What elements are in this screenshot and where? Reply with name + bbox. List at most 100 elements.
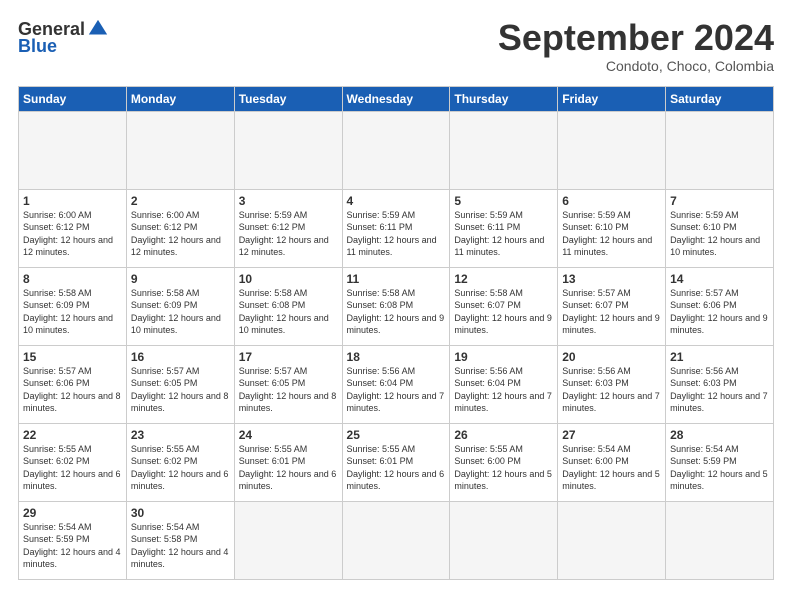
title-section: September 2024 Condoto, Choco, Colombia — [498, 18, 774, 74]
calendar-cell: 3 Sunrise: 5:59 AMSunset: 6:12 PMDayligh… — [234, 189, 342, 267]
calendar-cell: 19 Sunrise: 5:56 AMSunset: 6:04 PMDaylig… — [450, 345, 558, 423]
calendar-cell: 7 Sunrise: 5:59 AMSunset: 6:10 PMDayligh… — [666, 189, 774, 267]
calendar-cell: 20 Sunrise: 5:56 AMSunset: 6:03 PMDaylig… — [558, 345, 666, 423]
day-number: 5 — [454, 194, 553, 208]
calendar-cell: 15 Sunrise: 5:57 AMSunset: 6:06 PMDaylig… — [19, 345, 127, 423]
calendar-cell — [126, 111, 234, 189]
day-info: Sunrise: 5:55 AMSunset: 6:01 PMDaylight:… — [347, 443, 446, 493]
calendar-cell: 26 Sunrise: 5:55 AMSunset: 6:00 PMDaylig… — [450, 423, 558, 501]
day-info: Sunrise: 5:57 AMSunset: 6:06 PMDaylight:… — [23, 365, 122, 415]
day-number: 2 — [131, 194, 230, 208]
day-number: 25 — [347, 428, 446, 442]
day-info: Sunrise: 5:54 AMSunset: 5:59 PMDaylight:… — [670, 443, 769, 493]
day-info: Sunrise: 5:57 AMSunset: 6:05 PMDaylight:… — [131, 365, 230, 415]
calendar-cell: 25 Sunrise: 5:55 AMSunset: 6:01 PMDaylig… — [342, 423, 450, 501]
calendar-cell: 4 Sunrise: 5:59 AMSunset: 6:11 PMDayligh… — [342, 189, 450, 267]
calendar-cell — [342, 111, 450, 189]
day-info: Sunrise: 5:54 AMSunset: 5:59 PMDaylight:… — [23, 521, 122, 571]
day-info: Sunrise: 5:58 AMSunset: 6:08 PMDaylight:… — [239, 287, 338, 337]
day-number: 7 — [670, 194, 769, 208]
calendar-cell — [558, 501, 666, 579]
day-info: Sunrise: 5:55 AMSunset: 6:02 PMDaylight:… — [23, 443, 122, 493]
day-number: 9 — [131, 272, 230, 286]
day-number: 17 — [239, 350, 338, 364]
calendar-week-1: 1 Sunrise: 6:00 AMSunset: 6:12 PMDayligh… — [19, 189, 774, 267]
calendar-cell — [234, 111, 342, 189]
logo-icon — [87, 18, 109, 40]
day-info: Sunrise: 5:54 AMSunset: 6:00 PMDaylight:… — [562, 443, 661, 493]
calendar-week-2: 8 Sunrise: 5:58 AMSunset: 6:09 PMDayligh… — [19, 267, 774, 345]
calendar-header-row: Sunday Monday Tuesday Wednesday Thursday… — [19, 86, 774, 111]
calendar-cell: 2 Sunrise: 6:00 AMSunset: 6:12 PMDayligh… — [126, 189, 234, 267]
calendar-week-4: 22 Sunrise: 5:55 AMSunset: 6:02 PMDaylig… — [19, 423, 774, 501]
day-info: Sunrise: 5:56 AMSunset: 6:04 PMDaylight:… — [347, 365, 446, 415]
day-info: Sunrise: 5:55 AMSunset: 6:01 PMDaylight:… — [239, 443, 338, 493]
calendar-cell: 22 Sunrise: 5:55 AMSunset: 6:02 PMDaylig… — [19, 423, 127, 501]
day-number: 16 — [131, 350, 230, 364]
header-friday: Friday — [558, 86, 666, 111]
calendar-cell: 28 Sunrise: 5:54 AMSunset: 5:59 PMDaylig… — [666, 423, 774, 501]
calendar-cell: 13 Sunrise: 5:57 AMSunset: 6:07 PMDaylig… — [558, 267, 666, 345]
calendar-week-3: 15 Sunrise: 5:57 AMSunset: 6:06 PMDaylig… — [19, 345, 774, 423]
logo: General Blue — [18, 18, 109, 57]
day-number: 1 — [23, 194, 122, 208]
calendar-cell: 9 Sunrise: 5:58 AMSunset: 6:09 PMDayligh… — [126, 267, 234, 345]
day-number: 12 — [454, 272, 553, 286]
calendar-cell: 24 Sunrise: 5:55 AMSunset: 6:01 PMDaylig… — [234, 423, 342, 501]
day-info: Sunrise: 5:55 AMSunset: 6:02 PMDaylight:… — [131, 443, 230, 493]
calendar-cell: 17 Sunrise: 5:57 AMSunset: 6:05 PMDaylig… — [234, 345, 342, 423]
calendar-cell: 1 Sunrise: 6:00 AMSunset: 6:12 PMDayligh… — [19, 189, 127, 267]
header-wednesday: Wednesday — [342, 86, 450, 111]
day-number: 13 — [562, 272, 661, 286]
day-info: Sunrise: 6:00 AMSunset: 6:12 PMDaylight:… — [23, 209, 122, 259]
day-info: Sunrise: 5:58 AMSunset: 6:08 PMDaylight:… — [347, 287, 446, 337]
day-info: Sunrise: 5:56 AMSunset: 6:04 PMDaylight:… — [454, 365, 553, 415]
calendar-cell — [666, 111, 774, 189]
day-info: Sunrise: 5:57 AMSunset: 6:07 PMDaylight:… — [562, 287, 661, 337]
location: Condoto, Choco, Colombia — [498, 58, 774, 74]
logo-blue-text: Blue — [18, 36, 57, 57]
header-thursday: Thursday — [450, 86, 558, 111]
calendar-cell: 16 Sunrise: 5:57 AMSunset: 6:05 PMDaylig… — [126, 345, 234, 423]
calendar-cell: 23 Sunrise: 5:55 AMSunset: 6:02 PMDaylig… — [126, 423, 234, 501]
day-number: 4 — [347, 194, 446, 208]
calendar-cell: 14 Sunrise: 5:57 AMSunset: 6:06 PMDaylig… — [666, 267, 774, 345]
day-number: 6 — [562, 194, 661, 208]
day-number: 10 — [239, 272, 338, 286]
calendar-cell: 6 Sunrise: 5:59 AMSunset: 6:10 PMDayligh… — [558, 189, 666, 267]
calendar-cell: 27 Sunrise: 5:54 AMSunset: 6:00 PMDaylig… — [558, 423, 666, 501]
month-title: September 2024 — [498, 18, 774, 58]
day-info: Sunrise: 5:56 AMSunset: 6:03 PMDaylight:… — [562, 365, 661, 415]
day-number: 3 — [239, 194, 338, 208]
day-info: Sunrise: 5:59 AMSunset: 6:12 PMDaylight:… — [239, 209, 338, 259]
header-tuesday: Tuesday — [234, 86, 342, 111]
calendar-cell: 11 Sunrise: 5:58 AMSunset: 6:08 PMDaylig… — [342, 267, 450, 345]
page-container: General Blue September 2024 Condoto, Cho… — [0, 0, 792, 590]
day-number: 21 — [670, 350, 769, 364]
header-monday: Monday — [126, 86, 234, 111]
day-info: Sunrise: 5:57 AMSunset: 6:06 PMDaylight:… — [670, 287, 769, 337]
calendar-cell — [666, 501, 774, 579]
calendar-week-5: 29 Sunrise: 5:54 AMSunset: 5:59 PMDaylig… — [19, 501, 774, 579]
day-number: 26 — [454, 428, 553, 442]
calendar-cell: 8 Sunrise: 5:58 AMSunset: 6:09 PMDayligh… — [19, 267, 127, 345]
calendar-cell: 10 Sunrise: 5:58 AMSunset: 6:08 PMDaylig… — [234, 267, 342, 345]
day-number: 28 — [670, 428, 769, 442]
calendar-cell: 30 Sunrise: 5:54 AMSunset: 5:58 PMDaylig… — [126, 501, 234, 579]
day-info: Sunrise: 5:56 AMSunset: 6:03 PMDaylight:… — [670, 365, 769, 415]
day-number: 15 — [23, 350, 122, 364]
day-info: Sunrise: 6:00 AMSunset: 6:12 PMDaylight:… — [131, 209, 230, 259]
calendar-cell: 18 Sunrise: 5:56 AMSunset: 6:04 PMDaylig… — [342, 345, 450, 423]
day-number: 18 — [347, 350, 446, 364]
header-saturday: Saturday — [666, 86, 774, 111]
calendar-cell: 12 Sunrise: 5:58 AMSunset: 6:07 PMDaylig… — [450, 267, 558, 345]
day-info: Sunrise: 5:59 AMSunset: 6:11 PMDaylight:… — [347, 209, 446, 259]
day-info: Sunrise: 5:58 AMSunset: 6:09 PMDaylight:… — [23, 287, 122, 337]
day-info: Sunrise: 5:58 AMSunset: 6:07 PMDaylight:… — [454, 287, 553, 337]
day-number: 24 — [239, 428, 338, 442]
day-info: Sunrise: 5:54 AMSunset: 5:58 PMDaylight:… — [131, 521, 230, 571]
calendar-week-0 — [19, 111, 774, 189]
calendar-cell: 29 Sunrise: 5:54 AMSunset: 5:59 PMDaylig… — [19, 501, 127, 579]
calendar-cell: 5 Sunrise: 5:59 AMSunset: 6:11 PMDayligh… — [450, 189, 558, 267]
day-number: 11 — [347, 272, 446, 286]
